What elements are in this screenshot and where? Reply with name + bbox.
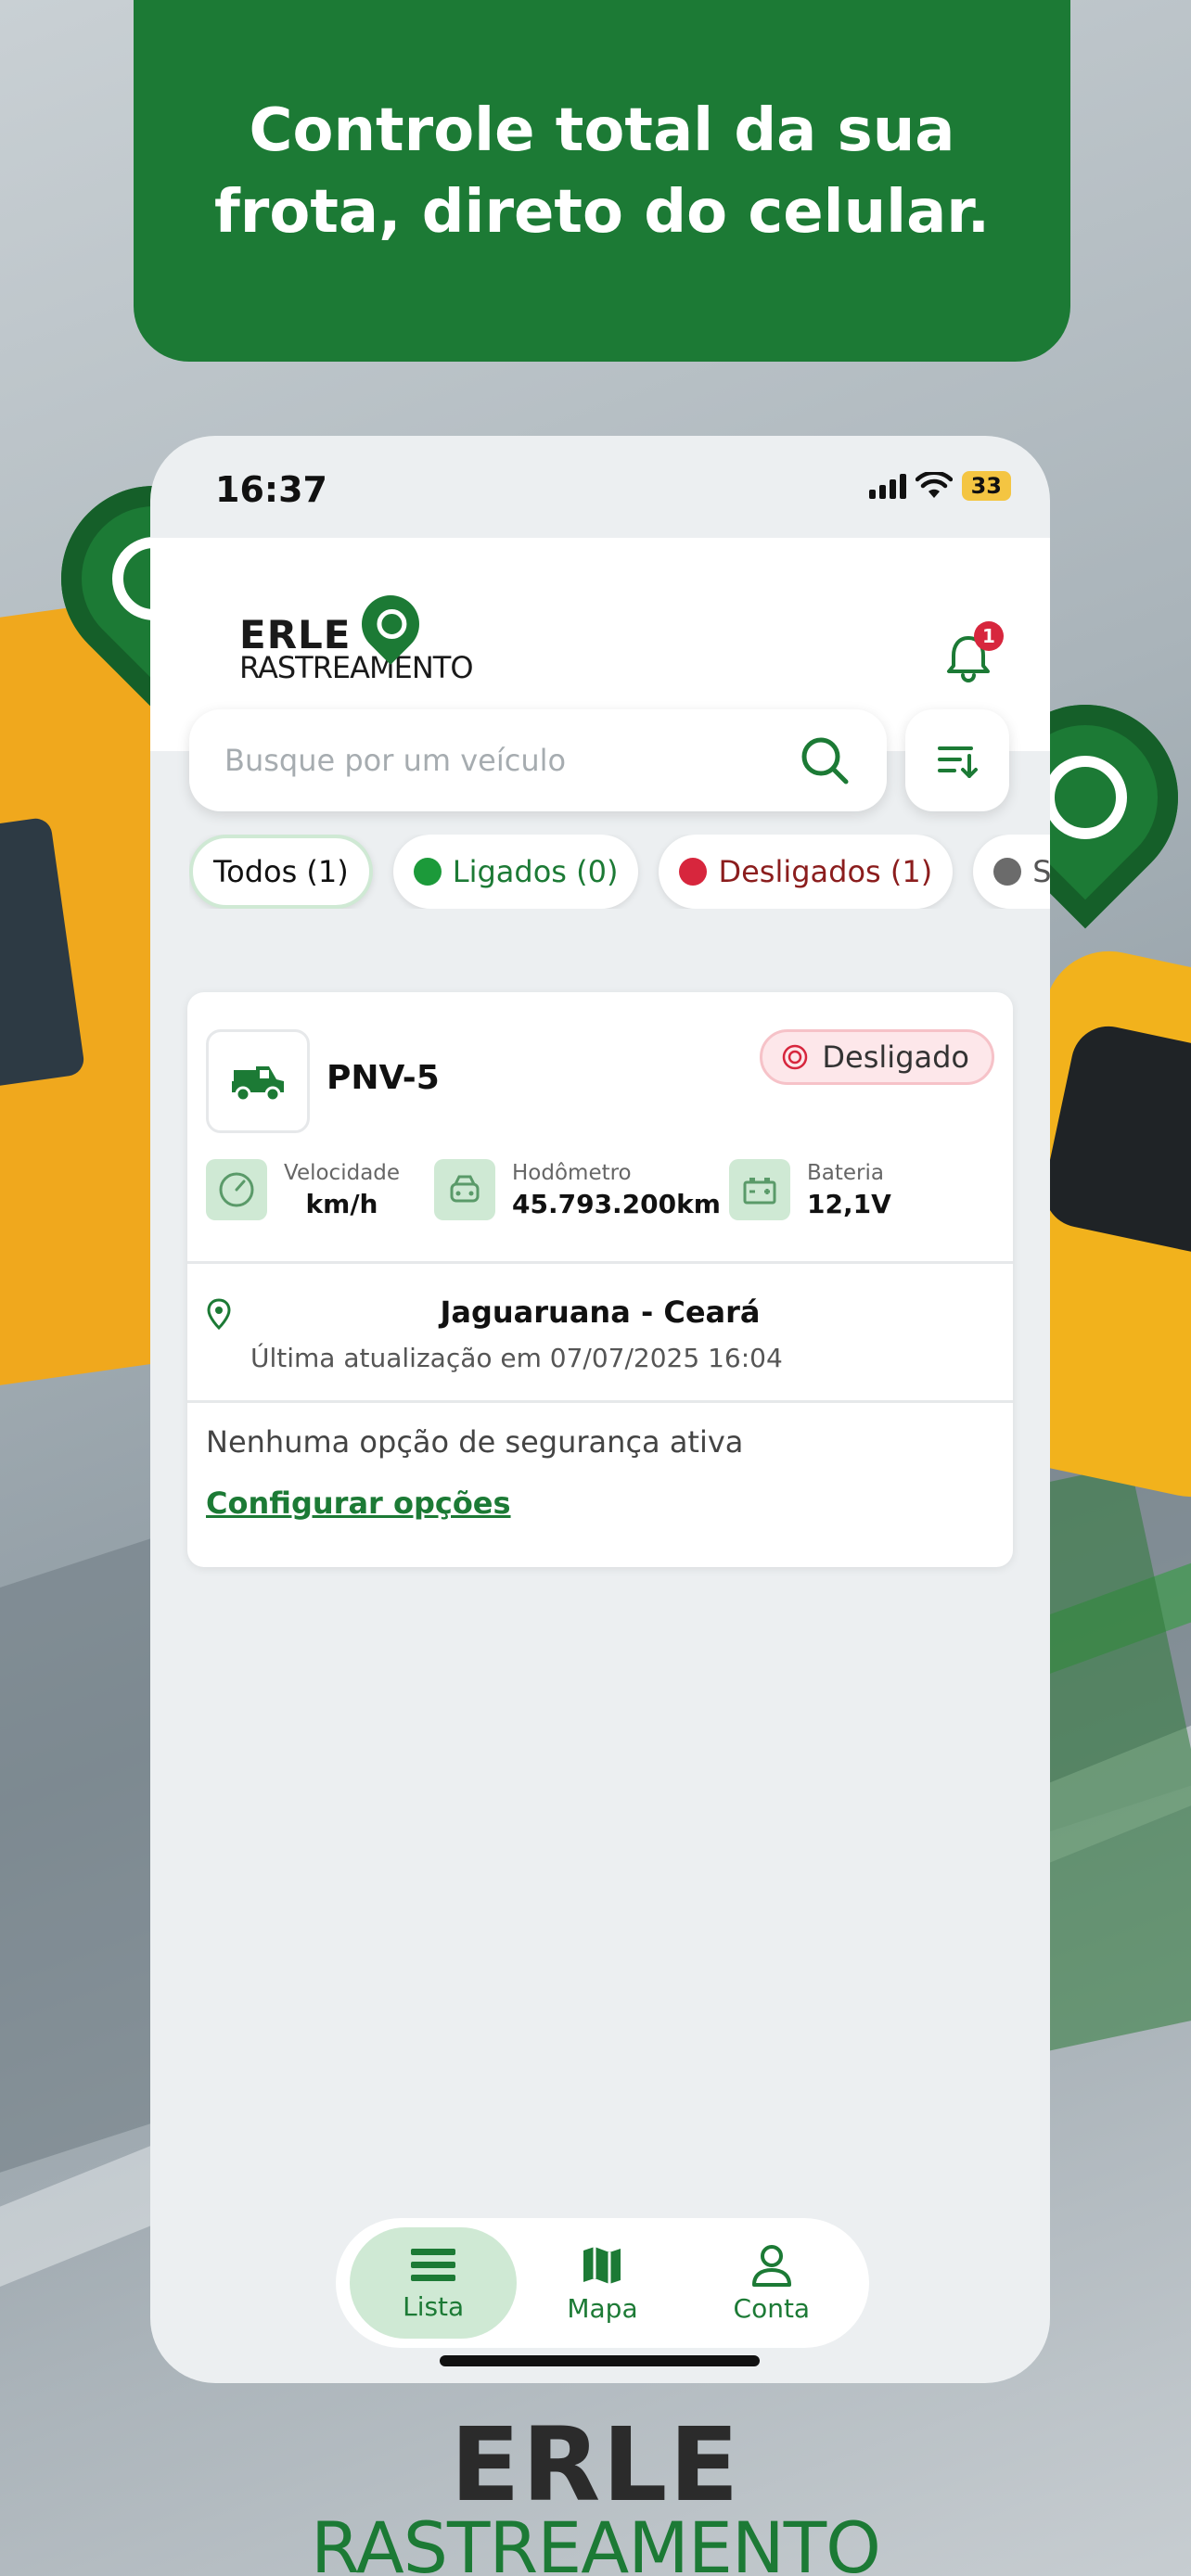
security-status-text: Nenhuma opção de segurança ativa <box>206 1424 744 1460</box>
vehicle-card[interactable]: PNV-5 Desligado Velocidade km/h Hodômetr… <box>187 992 1013 1567</box>
ignition-off-icon <box>783 1044 808 1070</box>
filter-label: Todos (1) <box>213 854 349 889</box>
metric-battery: Bateria 12,1V <box>729 1159 891 1220</box>
tab-label: Mapa <box>567 2292 638 2324</box>
app-logo: ERLE RASTREAMENTO <box>239 583 474 685</box>
logo-text-rastreamento: RASTREAMENTO <box>239 650 474 685</box>
bus-window <box>0 816 86 1095</box>
filter-on[interactable]: Ligados (0) <box>392 835 639 909</box>
vehicle-type-icon <box>206 1029 310 1133</box>
metric-label: Bateria <box>807 1160 884 1185</box>
odometer-icon <box>434 1159 495 1220</box>
vehicle-status-text: Desligado <box>822 1039 969 1075</box>
list-icon <box>411 2248 456 2281</box>
banner-title: Controle total da sua frota, direto do c… <box>213 96 991 247</box>
last-update-text: Última atualização em 07/07/2025 16:04 <box>250 1343 783 1373</box>
filter-label: Sem <box>1032 854 1050 889</box>
tab-mapa[interactable]: Mapa <box>519 2227 685 2339</box>
status-time: 16:37 <box>215 469 327 510</box>
user-icon <box>751 2244 791 2287</box>
car-roof <box>1037 1019 1191 1262</box>
gray-dot-icon <box>993 858 1022 886</box>
filter-off[interactable]: Desligados (1) <box>659 835 954 909</box>
signal-icon <box>868 473 906 499</box>
notification-badge: 1 <box>974 621 1004 651</box>
sort-button[interactable] <box>905 709 1009 811</box>
card-divider <box>187 1400 1013 1403</box>
search-bar[interactable] <box>189 709 887 811</box>
metric-value: km/h <box>305 1188 378 1219</box>
tab-label: Conta <box>733 2292 811 2324</box>
card-divider <box>187 1261 1013 1264</box>
red-dot-icon <box>679 858 708 886</box>
promo-banner: Controle total da sua frota, direto do c… <box>134 0 1070 362</box>
tab-lista[interactable]: Lista <box>350 2227 518 2339</box>
system-icons: 33 <box>868 471 1011 501</box>
map-icon <box>583 2246 621 2284</box>
speedometer-icon <box>206 1159 267 1220</box>
car-battery-icon <box>729 1159 790 1220</box>
filter-no-signal[interactable]: Sem <box>973 835 1050 909</box>
bottom-tab-bar: Lista Mapa Conta <box>336 2218 869 2348</box>
tab-label: Lista <box>403 2290 465 2322</box>
metric-value: 12,1V <box>807 1188 891 1219</box>
home-indicator[interactable] <box>440 2355 760 2366</box>
green-dot-icon <box>413 858 442 886</box>
brand-text-erle: ERLE <box>450 2405 741 2524</box>
brand-text-rastreamento: RASTREAMENTO <box>311 2506 881 2576</box>
sort-icon <box>938 746 978 778</box>
phone-screen: 16:37 33 ERLE RASTREAMENTO 1 Busque por … <box>150 436 1050 2383</box>
configure-options-link[interactable]: Configurar opções <box>206 1486 511 1521</box>
notifications-button[interactable]: 1 <box>941 621 1004 686</box>
wifi-icon <box>915 472 953 498</box>
filter-all[interactable]: Todos (1) <box>189 835 373 909</box>
metric-speed: Velocidade km/h <box>206 1159 400 1220</box>
vehicle-plate: PNV-5 <box>327 1059 440 1097</box>
vehicle-metrics: Velocidade km/h Hodômetro 45.793.200km B… <box>206 1159 994 1233</box>
plate-redaction <box>456 1052 549 1107</box>
truck-icon <box>232 1066 284 1102</box>
vehicle-status-badge: Desligado <box>760 1029 994 1085</box>
metric-label: Velocidade <box>284 1160 401 1185</box>
battery-indicator: 33 <box>961 471 1011 501</box>
search-icon[interactable] <box>798 733 852 787</box>
metric-label: Hodômetro <box>512 1160 632 1185</box>
status-bar: 16:37 33 <box>150 436 1050 538</box>
vehicle-location: Jaguaruana - Ceará <box>440 1294 761 1330</box>
filter-label: Desligados (1) <box>718 854 933 889</box>
search-input[interactable] <box>224 743 798 778</box>
metric-value: 45.793.200km <box>512 1188 721 1219</box>
metric-odometer: Hodômetro 45.793.200km <box>434 1159 721 1220</box>
tab-conta[interactable]: Conta <box>688 2227 855 2339</box>
brand-footer-logo: ERLE RASTREAMENTO <box>0 2405 1191 2576</box>
filter-label: Ligados (0) <box>452 854 619 889</box>
status-filters: Todos (1) Ligados (0) Desligados (1) Sem <box>189 835 1050 909</box>
